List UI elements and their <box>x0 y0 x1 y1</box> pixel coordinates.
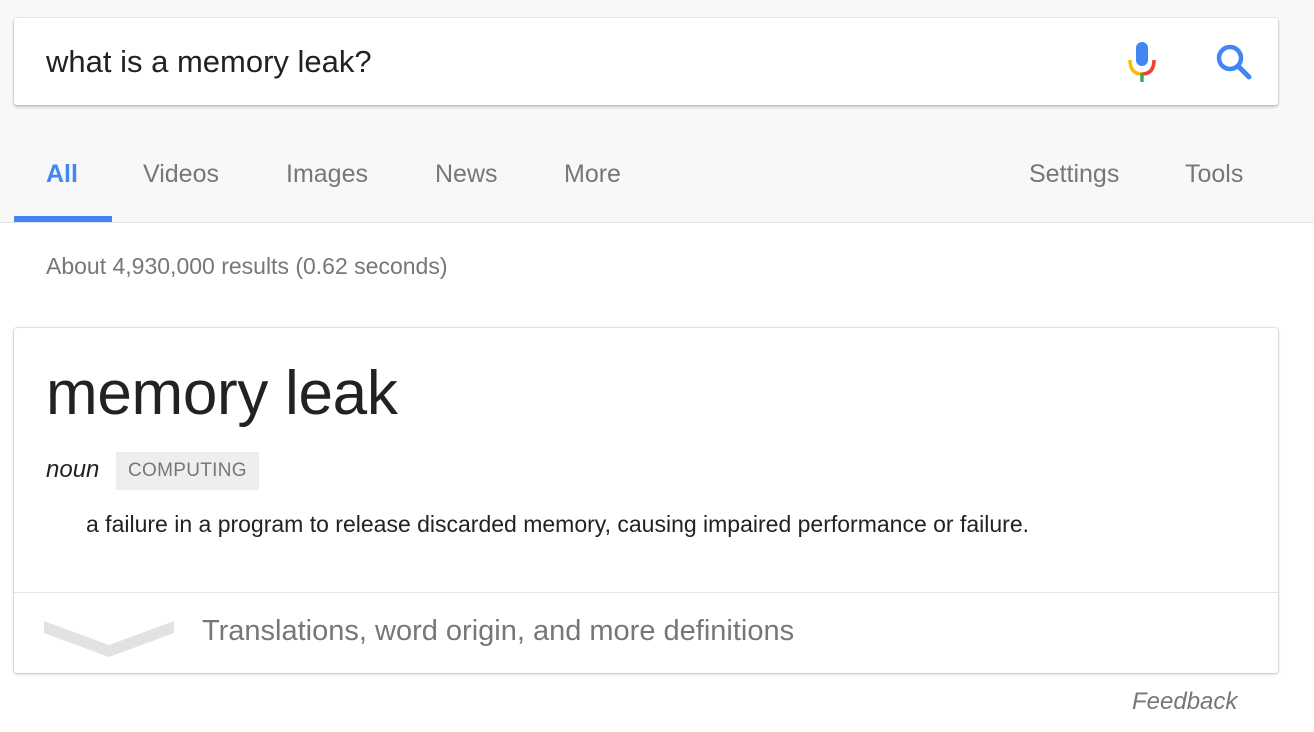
tab-news[interactable]: News <box>435 160 498 189</box>
definition-term: memory leak <box>46 359 398 428</box>
definition-card: memory leak noun COMPUTING a failure in … <box>14 328 1278 673</box>
tab-images[interactable]: Images <box>286 160 368 189</box>
search-input[interactable] <box>46 40 1066 84</box>
search-button[interactable] <box>1212 40 1258 84</box>
more-definitions-expander[interactable]: Translations, word origin, and more defi… <box>14 593 1278 673</box>
search-tabs: All Videos Images News More Settings Too… <box>0 150 1314 222</box>
settings-link[interactable]: Settings <box>1029 160 1119 189</box>
part-of-speech: noun <box>46 456 100 483</box>
chevron-down-icon <box>44 621 174 657</box>
tab-more[interactable]: More <box>564 160 621 189</box>
more-definitions-label[interactable]: Translations, word origin, and more defi… <box>202 615 794 648</box>
tab-all[interactable]: All <box>46 160 78 189</box>
tools-link[interactable]: Tools <box>1185 160 1243 189</box>
microphone-icon[interactable] <box>1127 40 1157 84</box>
search-box <box>14 18 1278 105</box>
result-stats: About 4,930,000 results (0.62 seconds) <box>46 253 448 279</box>
definition-text: a failure in a program to release discar… <box>86 511 1030 537</box>
header-area: All Videos Images News More Settings Too… <box>0 0 1314 223</box>
active-tab-indicator <box>14 216 112 222</box>
tab-videos[interactable]: Videos <box>143 160 219 189</box>
feedback-link[interactable]: Feedback <box>1132 688 1237 716</box>
search-icon <box>1216 44 1252 80</box>
domain-badge: COMPUTING <box>116 452 259 490</box>
